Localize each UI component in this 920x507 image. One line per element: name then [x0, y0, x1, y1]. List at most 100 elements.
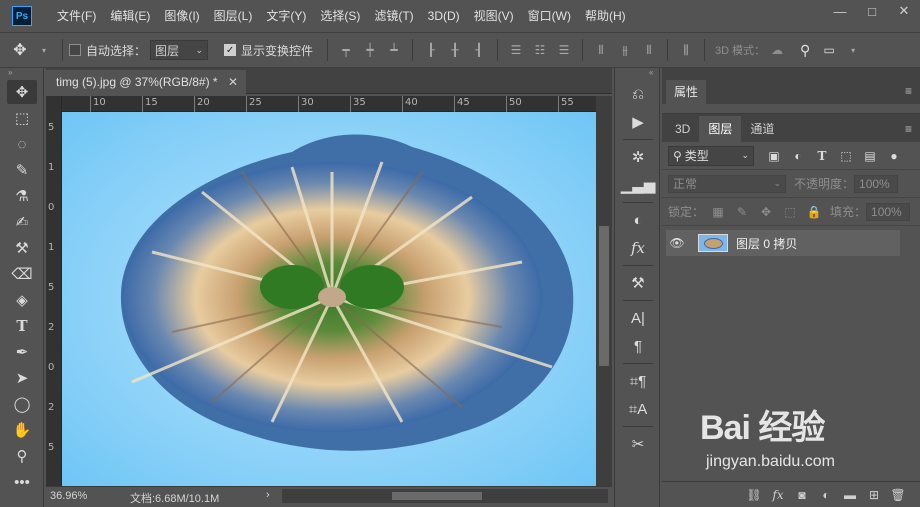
collapse-icon[interactable]: » [0, 68, 43, 78]
styles-fx-icon[interactable]: fx [623, 236, 653, 260]
lock-artboard-icon[interactable]: ⬚ [780, 202, 800, 222]
align-hcenter-icon[interactable]: ╂ [445, 40, 465, 60]
auto-select-target-dropdown[interactable]: 图层 ⌄ [150, 40, 209, 60]
auto-align-icon[interactable]: ⫼ [676, 40, 696, 60]
character-styles-icon[interactable]: ⌗A [623, 397, 653, 421]
distribute-left-icon[interactable]: ⫴ [591, 40, 611, 60]
menu-item[interactable]: 滤镜(T) [367, 0, 420, 32]
lasso-tool-icon[interactable]: ◌ [7, 132, 37, 156]
menu-item[interactable]: 图层(L) [207, 0, 260, 32]
collapse-icon[interactable]: « [615, 68, 659, 78]
menu-item[interactable]: 选择(S) [313, 0, 367, 32]
tab-layers[interactable]: 图层 [699, 116, 742, 142]
type-tool-icon[interactable]: T [7, 314, 37, 338]
3d-orbit-icon[interactable]: ☁ [767, 40, 787, 60]
filter-toggle-icon[interactable]: ● [884, 146, 904, 166]
close-tab-icon[interactable]: ✕ [228, 70, 238, 94]
filter-smart-object-icon[interactable]: ▤ [860, 146, 880, 166]
layer-filter-dropdown[interactable]: ⚲ 类型 ⌄ [668, 145, 754, 166]
distribute-right-icon[interactable]: ⫴ [639, 40, 659, 60]
paint-bucket-tool-icon[interactable]: ◈ [7, 288, 37, 312]
align-left-icon[interactable]: ┠ [421, 40, 441, 60]
adjustments-icon[interactable]: ◐ [623, 208, 653, 232]
search-icon[interactable]: ⚲ [795, 40, 815, 60]
stamp-tool-icon[interactable]: ⚒ [7, 236, 37, 260]
panel-menu-icon[interactable]: ≡ [905, 122, 912, 136]
paragraph-icon[interactable]: ¶ [623, 334, 653, 358]
close-button[interactable]: ✕ [888, 0, 920, 22]
show-transform-checkbox[interactable]: ✓ [224, 44, 237, 56]
align-top-icon[interactable]: ┯ [336, 40, 356, 60]
marquee-tool-icon[interactable]: ⬚ [7, 106, 37, 130]
tab-channels[interactable]: 通道 [741, 116, 783, 142]
lock-transparent-icon[interactable]: ▦ [708, 202, 728, 222]
hand-tool-icon[interactable]: ✋ [7, 418, 37, 442]
ellipse-tool-icon[interactable]: ◯ [7, 392, 37, 416]
opacity-input[interactable]: 100% [854, 174, 899, 193]
distribute-bottom-icon[interactable]: ☰ [554, 40, 574, 60]
path-select-tool-icon[interactable]: ➤ [7, 366, 37, 390]
eye-icon[interactable]: 👁 [666, 236, 688, 250]
menu-item[interactable]: 文件(F) [50, 0, 103, 32]
layer-row[interactable]: 👁 图层 0 拷贝 [666, 230, 900, 256]
blend-mode-dropdown[interactable]: 正常 ⌄ [668, 174, 786, 193]
vertical-scrollbar[interactable] [596, 96, 612, 486]
lock-all-icon[interactable]: 🔒 [804, 202, 824, 222]
align-bottom-icon[interactable]: ┷ [384, 40, 404, 60]
menu-item[interactable]: 视图(V) [467, 0, 521, 32]
menu-item[interactable]: 图像(I) [157, 0, 206, 32]
panel-menu-icon[interactable]: ≡ [905, 84, 912, 98]
paragraph-styles-icon[interactable]: ⌗¶ [623, 369, 653, 393]
menu-item[interactable]: 窗口(W) [521, 0, 578, 32]
actions-play-icon[interactable]: ▶ [623, 110, 653, 134]
vertical-scroll-thumb[interactable] [599, 226, 609, 366]
align-vcenter-icon[interactable]: ┿ [360, 40, 380, 60]
tab-properties[interactable]: 属性 [666, 80, 706, 104]
clone-source-icon[interactable]: ⚒ [623, 271, 653, 295]
filter-adjustment-icon[interactable]: ◐ [788, 146, 808, 166]
filter-pixel-icon[interactable]: ▣ [764, 146, 784, 166]
eraser-tool-icon[interactable]: ⌫ [7, 262, 37, 286]
tool-presets-icon[interactable]: ✂ [623, 432, 653, 456]
tool-preset-dropdown-icon[interactable]: ▾ [34, 40, 54, 60]
workspace-icon[interactable]: ▭ [819, 40, 839, 60]
maximize-button[interactable]: □ [856, 0, 888, 22]
menu-item[interactable]: 3D(D) [421, 0, 467, 32]
lock-image-icon[interactable]: ✎ [732, 202, 752, 222]
distribute-hcenter-icon[interactable]: ⫵ [615, 40, 635, 60]
auto-select-checkbox[interactable] [69, 44, 81, 56]
zoom-tool-icon[interactable]: ⚲ [7, 444, 37, 468]
character-icon[interactable]: A| [623, 306, 653, 330]
more-tools-icon[interactable]: ••• [7, 470, 37, 494]
document-tab[interactable]: timg (5).jpg @ 37%(RGB/8#) * ✕ [46, 70, 246, 94]
layer-name[interactable]: 图层 0 拷贝 [736, 235, 797, 252]
distribute-vcenter-icon[interactable]: ☷ [530, 40, 550, 60]
workspace-dropdown-icon[interactable]: ▾ [843, 40, 863, 60]
lock-position-icon[interactable]: ✥ [756, 202, 776, 222]
brush-tool-icon[interactable]: ✍ [7, 210, 37, 234]
quick-select-tool-icon[interactable]: ✎ [7, 158, 37, 182]
pen-tool-icon[interactable]: ✒ [7, 340, 37, 364]
menu-item[interactable]: 文字(Y) [259, 0, 313, 32]
menu-item[interactable]: 帮助(H) [578, 0, 633, 32]
menu-item[interactable]: 编辑(E) [103, 0, 157, 32]
status-menu-arrow[interactable]: › [266, 489, 270, 501]
status-bar: 36.96% 文档:6.68M/10.1M › [46, 486, 612, 507]
history-icon[interactable]: ⎌ [623, 82, 653, 106]
tab-3d[interactable]: 3D [666, 116, 699, 142]
fill-input[interactable]: 100% [866, 202, 911, 221]
distribute-top-icon[interactable]: ☰ [506, 40, 526, 60]
filter-type-icon[interactable]: T [812, 146, 832, 166]
move-tool-icon[interactable]: ✥ [10, 40, 30, 60]
move-tool-icon[interactable]: ✥ [7, 80, 37, 104]
eyedropper-tool-icon[interactable]: ⚗ [7, 184, 37, 208]
canvas[interactable] [62, 112, 596, 486]
horizontal-scrollbar[interactable] [282, 489, 608, 503]
navigator-icon[interactable]: ✲ [623, 145, 653, 169]
horizontal-scroll-thumb[interactable] [392, 492, 482, 500]
histogram-icon[interactable]: ▁▃▅ [621, 173, 656, 197]
zoom-level[interactable]: 36.96% [50, 490, 87, 502]
filter-shape-icon[interactable]: ⬚ [836, 146, 856, 166]
minimize-button[interactable]: — [824, 0, 856, 22]
align-right-icon[interactable]: ┨ [469, 40, 489, 60]
